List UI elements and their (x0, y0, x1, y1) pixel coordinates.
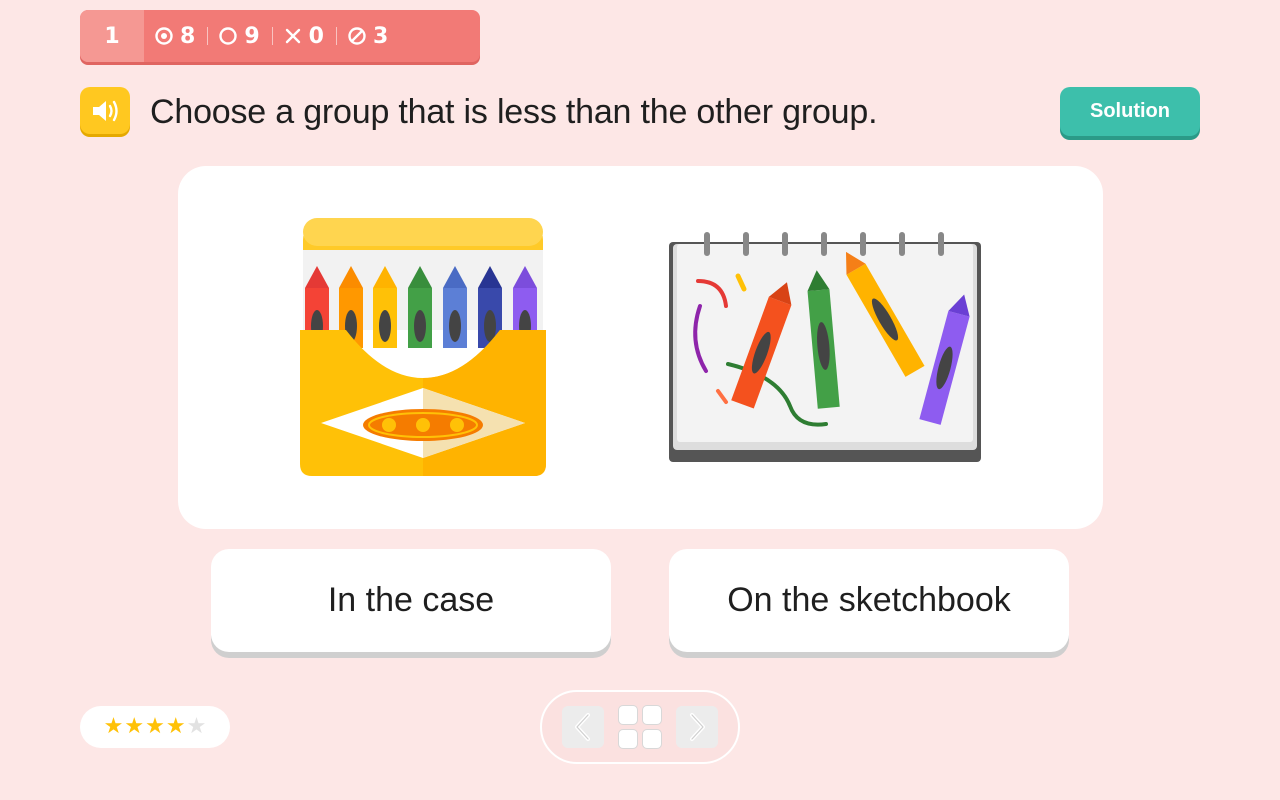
circle-icon (219, 27, 238, 45)
picture-card (178, 166, 1103, 529)
grid-cell (642, 729, 662, 749)
score-bar: 1 8 9 0 3 (80, 10, 480, 62)
star-filled-icon: ★ (145, 714, 165, 739)
grid-cell (618, 705, 638, 725)
question-number: 1 (80, 10, 144, 62)
crayon-box-image (300, 218, 546, 476)
grid-cell (618, 729, 638, 749)
target-icon (155, 27, 173, 45)
unanswered-count: 9 (208, 10, 269, 62)
crayons-illustration (300, 218, 981, 476)
star-empty-icon: ★ (186, 714, 207, 739)
cross-icon (285, 28, 300, 44)
wrong-count: 0 (273, 10, 334, 62)
star-filled-icon: ★ (103, 714, 124, 739)
solution-button[interactable]: Solution (1060, 87, 1200, 136)
chevron-right-icon (690, 713, 705, 741)
sketchbook-image (669, 232, 981, 462)
correct-count-value: 8 (180, 23, 196, 49)
question-text: Choose a group that is less than the oth… (150, 93, 878, 131)
star-filled-icon: ★ (124, 714, 145, 739)
prohibited-icon (348, 27, 366, 45)
grid-cell (642, 705, 662, 725)
next-button[interactable] (676, 706, 718, 748)
correct-count: 8 (144, 10, 205, 62)
answer-in-the-case-button[interactable]: In the case (211, 549, 611, 652)
skipped-count-value: 3 (372, 23, 389, 49)
star-rating: ★ ★ ★ ★ ★ (80, 706, 230, 748)
skipped-count: 3 (337, 10, 398, 62)
chevron-left-icon (575, 713, 590, 741)
answer-on-the-sketchbook-button[interactable]: On the sketchbook (669, 549, 1069, 652)
unanswered-count-value: 9 (244, 23, 260, 49)
question-grid-button[interactable] (618, 705, 662, 749)
speaker-icon (93, 100, 118, 121)
speaker-button[interactable] (80, 87, 130, 134)
wrong-count-value: 0 (308, 23, 324, 49)
bottom-navigation (540, 690, 740, 764)
previous-button[interactable] (562, 706, 604, 748)
star-filled-icon: ★ (165, 714, 186, 739)
